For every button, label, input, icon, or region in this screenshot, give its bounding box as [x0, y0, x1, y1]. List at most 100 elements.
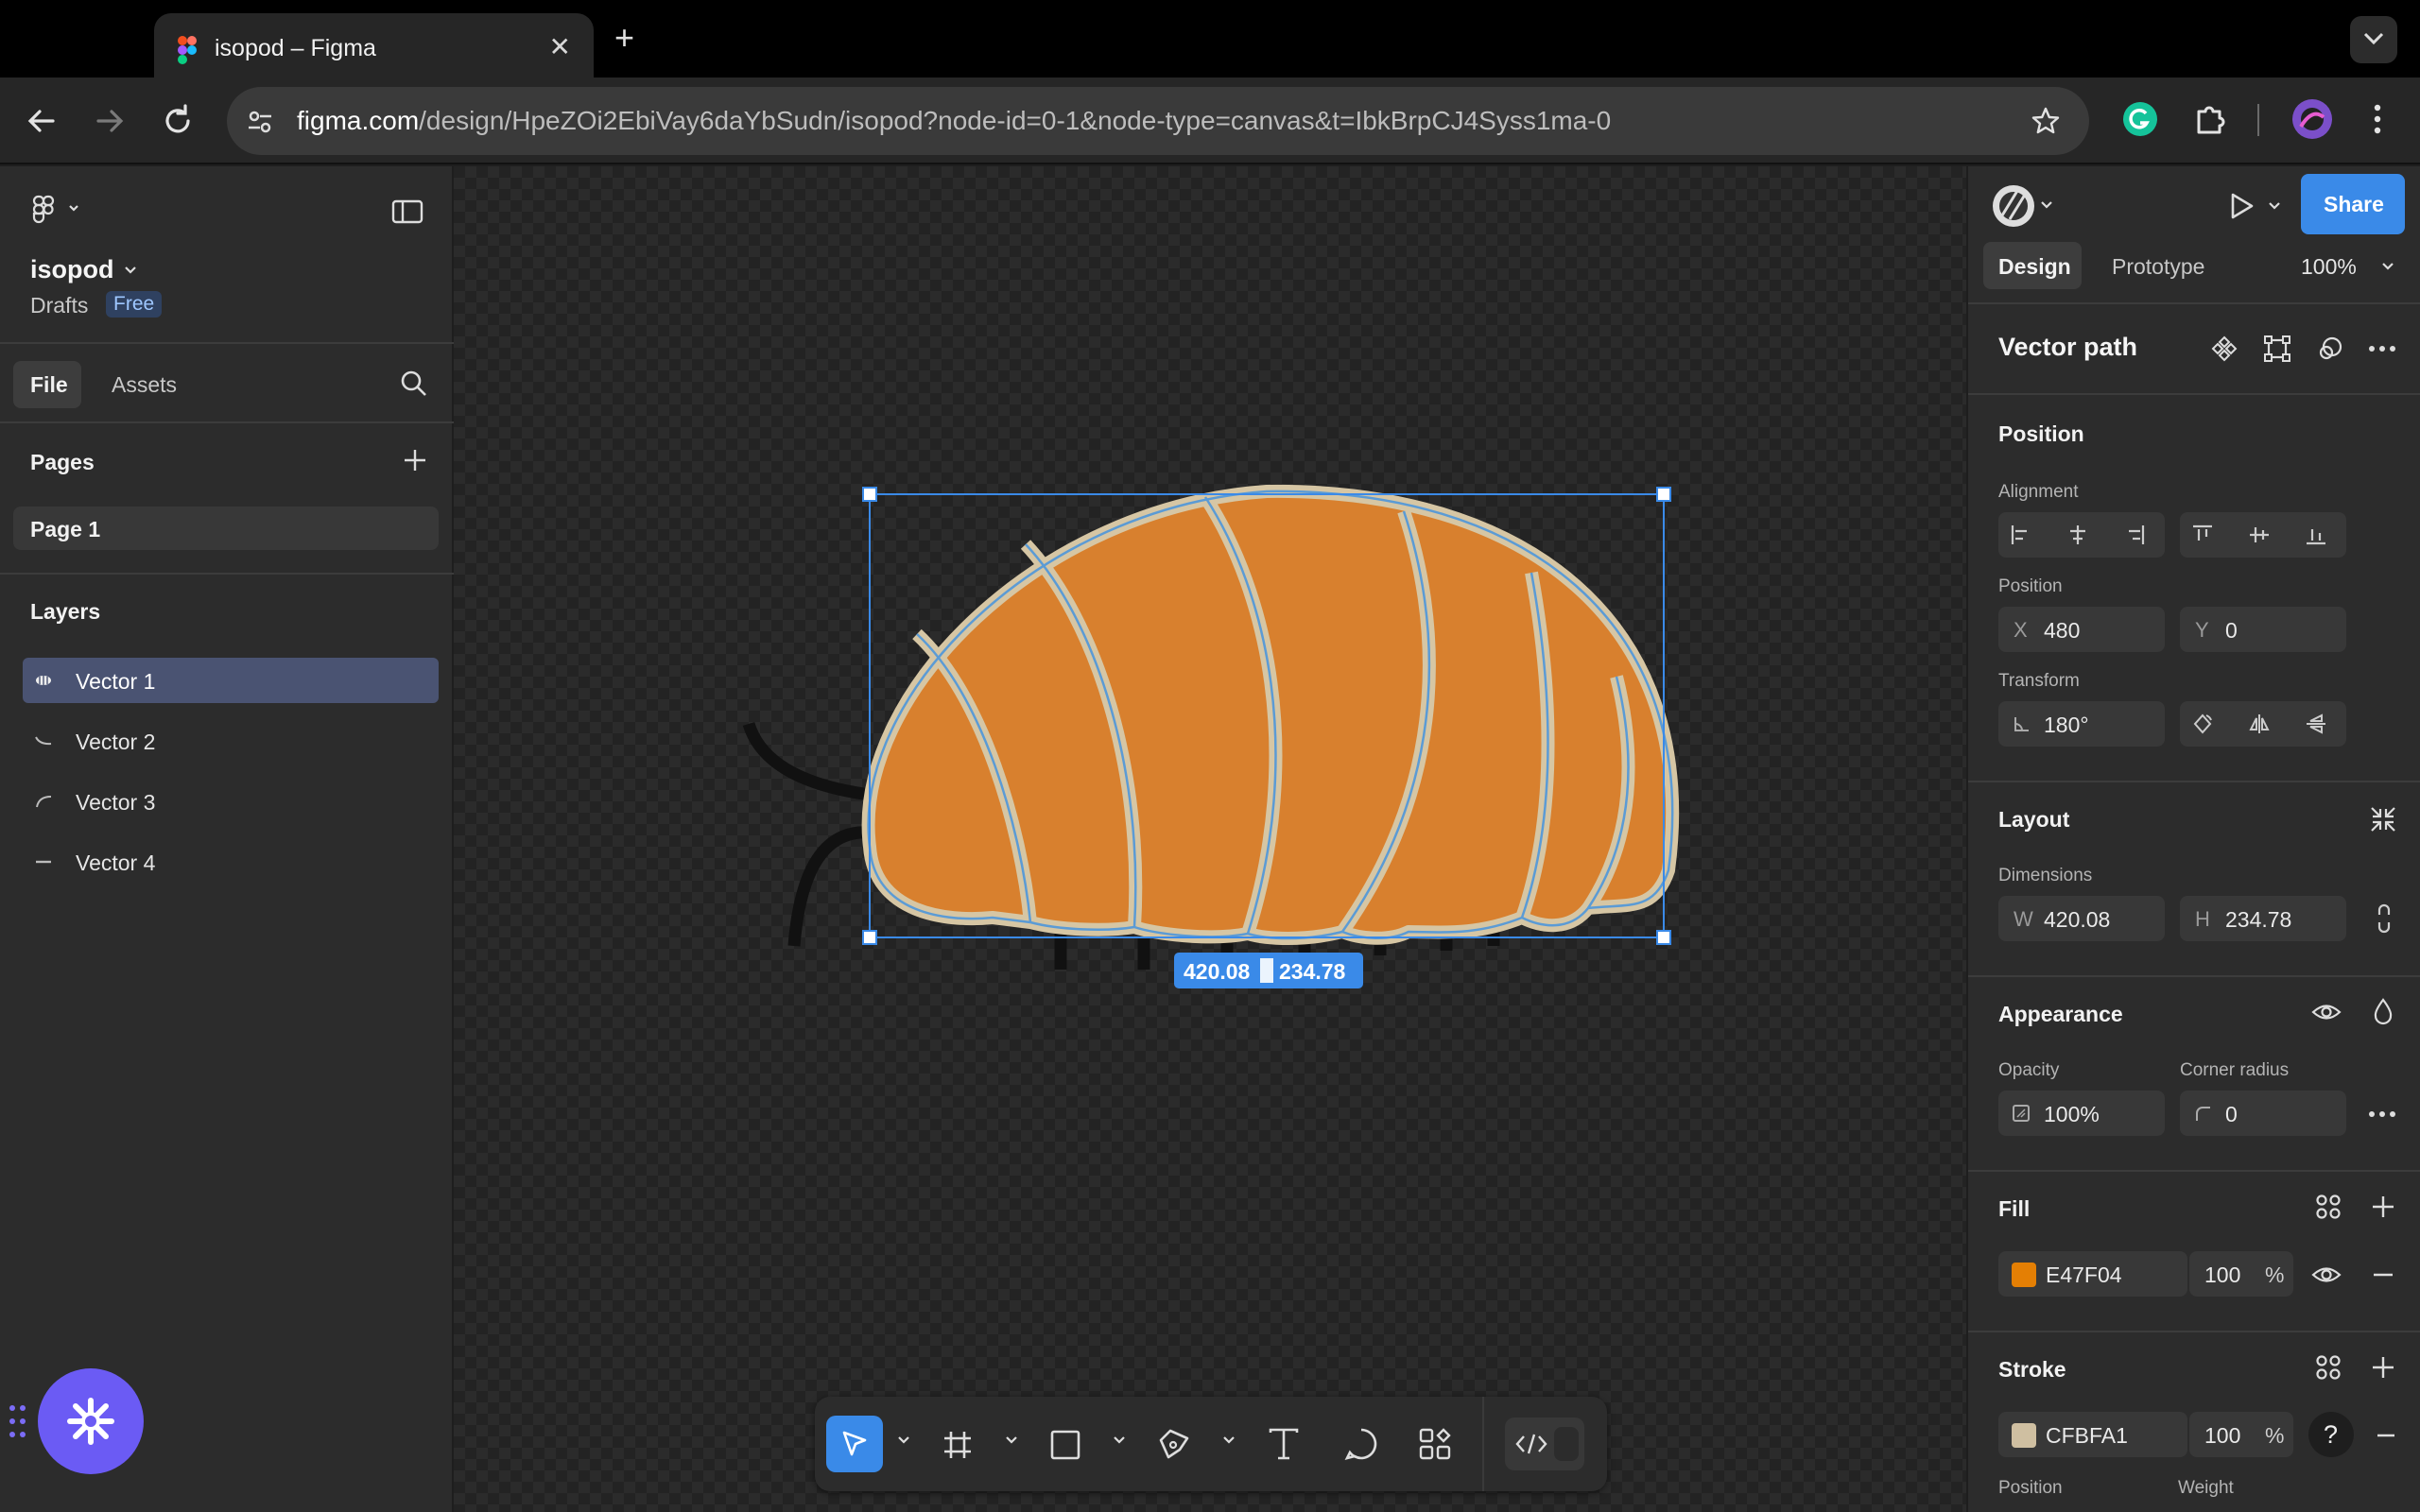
add-stroke-icon[interactable] [2369, 1353, 2397, 1382]
frame-tool-icon[interactable] [942, 1429, 974, 1461]
align-left-icon[interactable] [2010, 524, 2032, 546]
height-field[interactable]: H 234.78 [2180, 896, 2346, 941]
text-tool-icon[interactable] [1267, 1427, 1301, 1461]
resize-handle [862, 930, 877, 945]
y-prefix: Y [2195, 618, 2209, 642]
shape-tool-chevron-icon[interactable] [1112, 1435, 1127, 1446]
bookmark-star-icon[interactable] [2031, 106, 2061, 136]
visibility-eye-icon[interactable] [2310, 998, 2342, 1026]
more-options-icon[interactable] [2367, 335, 2397, 363]
frame-tool-chevron-icon[interactable] [1004, 1435, 1019, 1446]
rotate-90-icon[interactable] [2191, 713, 2214, 735]
flip-vertical-icon[interactable] [2305, 713, 2327, 735]
pen-tool-icon[interactable] [1157, 1427, 1191, 1461]
y-position-field[interactable]: Y 0 [2180, 607, 2346, 652]
page-item[interactable]: Page 1 [13, 507, 439, 550]
reload-icon[interactable] [157, 100, 199, 142]
resources-tool-icon[interactable] [1418, 1427, 1452, 1461]
layer-row[interactable]: Vector 1 [23, 658, 439, 703]
zoom-level[interactable]: 100% [2301, 254, 2357, 280]
stroke-color-swatch[interactable] [2012, 1423, 2036, 1448]
collapse-layout-icon[interactable] [2369, 805, 2397, 833]
toggle-sidebar-icon[interactable] [391, 198, 424, 225]
tab-assets[interactable]: Assets [112, 372, 177, 398]
assistant-floating-button[interactable] [38, 1368, 144, 1474]
address-bar[interactable]: figma.com/design/HpeZOi2EbiVay6daYbSudn/… [227, 87, 2089, 155]
new-tab-icon[interactable]: + [614, 21, 634, 55]
dev-mode-toggle[interactable] [1505, 1418, 1584, 1470]
opacity-icon [2013, 1105, 2030, 1122]
opacity-field[interactable]: 100% [1998, 1091, 2165, 1136]
drag-handle-icon[interactable] [8, 1402, 28, 1440]
browser-tab[interactable]: isopod – Figma ✕ [154, 13, 594, 77]
forward-arrow-icon[interactable] [89, 100, 130, 142]
present-options-chevron-icon[interactable] [2267, 200, 2282, 212]
align-horizontal-center-icon[interactable] [2066, 524, 2089, 546]
layer-row[interactable]: Vector 3 [23, 779, 439, 824]
canvas[interactable]: 420.08 234.78 [454, 166, 1966, 1512]
rectangle-tool-icon[interactable] [1049, 1429, 1081, 1461]
browser-menu-icon[interactable] [2363, 100, 2392, 138]
stroke-color-field[interactable]: CFBFA1 [1998, 1412, 2187, 1457]
url-text[interactable]: figma.com/design/HpeZOi2EbiVay6daYbSudn/… [297, 106, 1611, 136]
search-icon[interactable] [399, 369, 429, 399]
present-play-icon[interactable] [2221, 187, 2259, 225]
share-button[interactable]: Share [2301, 174, 2405, 234]
zoom-chevron-icon[interactable] [2380, 261, 2395, 272]
align-top-icon[interactable] [2191, 524, 2214, 546]
back-arrow-icon[interactable] [21, 100, 62, 142]
add-fill-icon[interactable] [2369, 1193, 2397, 1221]
extensions-puzzle-icon[interactable] [2191, 100, 2229, 138]
layer-row[interactable]: Vector 4 [23, 839, 439, 885]
position-header: Position [1998, 421, 2084, 446]
grammarly-extension-icon[interactable] [2121, 100, 2159, 138]
fill-visibility-eye-icon[interactable] [2310, 1261, 2342, 1289]
rotation-field[interactable]: 180° [1998, 701, 2165, 747]
url-path: /design/HpeZOi2EbiVay6daYbSudn/isopod?no… [419, 106, 1612, 135]
width-field[interactable]: W 420.08 [1998, 896, 2165, 941]
boolean-mask-icon[interactable] [2316, 335, 2344, 363]
align-bottom-icon[interactable] [2305, 524, 2327, 546]
tab-search-button[interactable] [2350, 16, 2397, 63]
fill-styles-icon[interactable] [2314, 1193, 2342, 1221]
frame-selection-icon[interactable] [2263, 335, 2291, 363]
fill-opacity-field[interactable]: 100 % [2189, 1251, 2293, 1297]
profile-avatar[interactable] [2291, 98, 2333, 140]
fill-color-swatch[interactable] [2012, 1263, 2036, 1287]
blend-mode-drop-icon[interactable] [2369, 996, 2397, 1026]
flip-horizontal-icon[interactable] [2248, 713, 2271, 735]
comment-tool-icon[interactable] [1344, 1427, 1378, 1461]
file-location[interactable]: Drafts [30, 293, 88, 318]
figma-main-menu-icon[interactable] [32, 195, 81, 225]
stroke-opacity-field[interactable]: 100 % [2189, 1412, 2293, 1457]
tab-design[interactable]: Design [1983, 242, 2082, 289]
move-tool-chevron-icon[interactable] [896, 1435, 911, 1446]
align-vertical-center-icon[interactable] [2248, 524, 2271, 546]
corner-radius-field[interactable]: 0 [2180, 1091, 2346, 1136]
constrain-proportions-icon[interactable] [2373, 903, 2395, 934]
layer-row[interactable]: Vector 2 [23, 718, 439, 764]
tab-close-icon[interactable]: ✕ [549, 34, 571, 60]
x-position-field[interactable]: X 480 [1998, 607, 2165, 652]
remove-fill-icon[interactable] [2369, 1261, 2397, 1289]
file-name-chevron-icon[interactable] [123, 265, 138, 276]
add-page-icon[interactable] [401, 446, 429, 474]
fill-color-field[interactable]: E47F04 [1998, 1251, 2187, 1297]
component-icon[interactable] [2210, 335, 2238, 363]
tab-file[interactable]: File [13, 361, 81, 408]
user-avatar[interactable] [1989, 181, 2055, 231]
site-settings-icon[interactable] [246, 108, 274, 136]
move-tool[interactable] [826, 1416, 883, 1472]
remove-stroke-icon[interactable] [2375, 1421, 2397, 1450]
isopod-body[interactable] [861, 484, 1680, 945]
isopod-drawing[interactable]: 420.08 234.78 [454, 166, 1966, 1512]
pen-tool-chevron-icon[interactable] [1221, 1435, 1236, 1446]
tab-prototype[interactable]: Prototype [2112, 254, 2204, 280]
align-right-icon[interactable] [2123, 524, 2146, 546]
help-button[interactable]: ? [2308, 1412, 2354, 1457]
divider [1968, 975, 2420, 977]
corner-options-icon[interactable] [2367, 1100, 2397, 1128]
file-name[interactable]: isopod [30, 255, 114, 284]
stroke-weight-label: Weight [2178, 1478, 2234, 1498]
stroke-styles-icon[interactable] [2314, 1353, 2342, 1382]
